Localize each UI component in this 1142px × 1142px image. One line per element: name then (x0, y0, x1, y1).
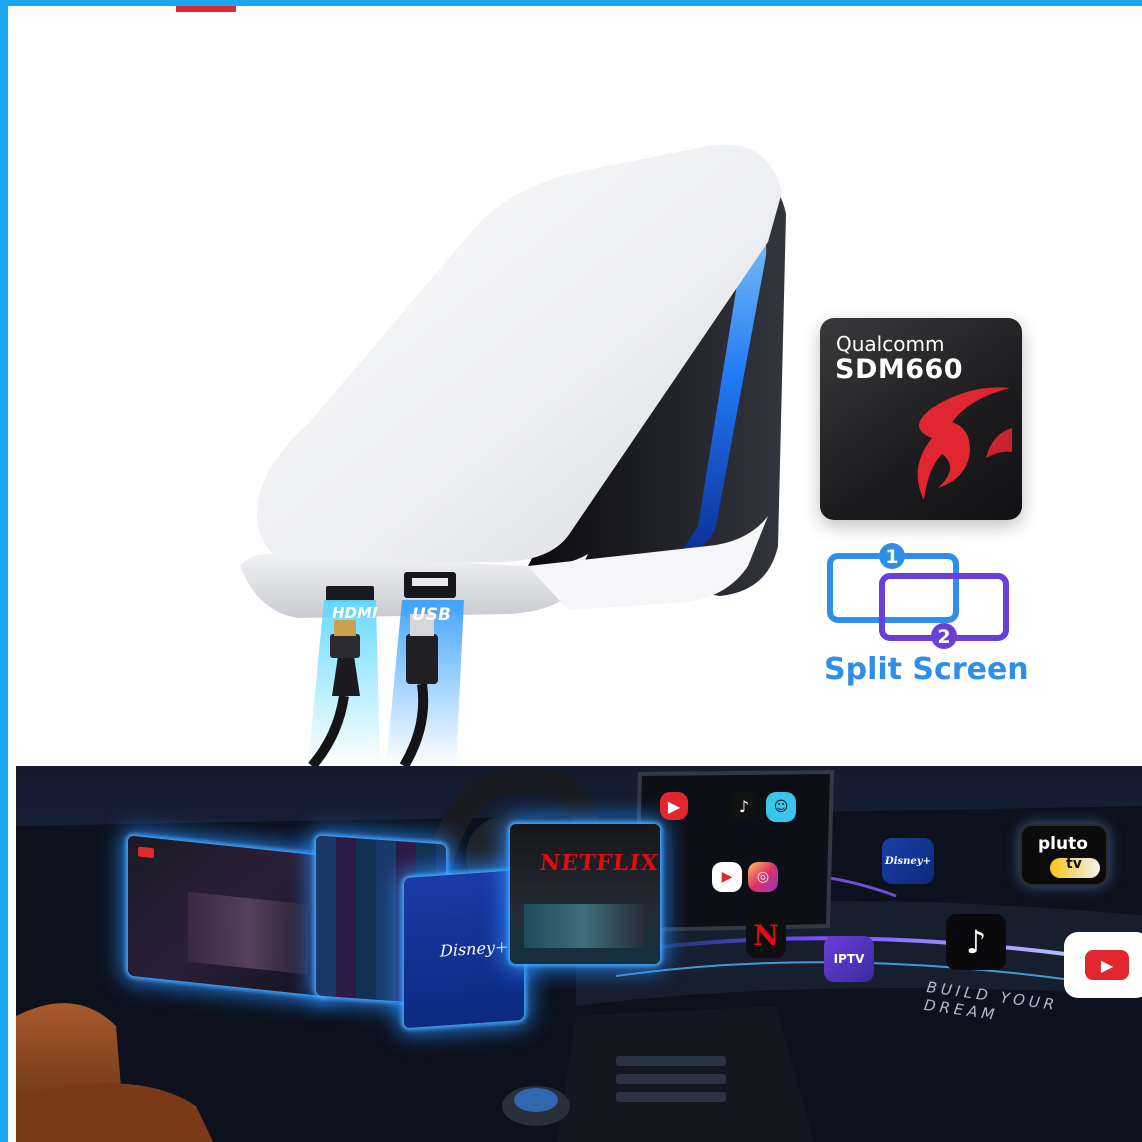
pluto-tv-word: tv (1066, 856, 1082, 872)
split-pane-2-label: 2 (937, 626, 950, 648)
youtube-dash-app-icon: ▶ (1064, 932, 1142, 998)
split-pane-1-label: 1 (885, 546, 898, 568)
split-screen-label: Split Screen (824, 652, 1029, 687)
video-app-icon: ▶ (712, 862, 742, 892)
netflix-app-icon: N (746, 912, 786, 958)
youtube-app-icon: ▶ (660, 792, 688, 820)
disney-plus-app-label: Disney+ (885, 855, 931, 867)
pluto-tv-app-icon: pluto tv (1020, 824, 1108, 886)
usb-label: USB (412, 605, 451, 625)
chip-model: SDM660 (835, 354, 964, 385)
product-banner: HDMI USB Qualcomm SDM660 1 2 Split Scree… (0, 0, 1142, 1142)
chip-brand: Qualcomm (836, 332, 945, 356)
pluto-word: pluto (1038, 834, 1088, 854)
instagram-app-icon: ◎ (748, 862, 778, 892)
screen-panel-netflix: NETFLIX (510, 824, 660, 964)
iptv-app-icon: IPTV (824, 936, 874, 982)
hdmi-label: HDMI (332, 604, 378, 622)
disney-plus-app-icon: Disney+ (882, 838, 934, 884)
split-screen-icon: 1 2 (827, 543, 1009, 649)
disney-plus-logo: Disney+ (440, 936, 509, 961)
netflix-logo: NETFLIX (538, 850, 660, 876)
waze-app-icon: ☺ (766, 792, 796, 822)
tiktok-app-icon: ♪ (730, 792, 758, 820)
screen-panel-disney: Disney+ (404, 869, 524, 1029)
tiktok-dash-app-icon: ♪ (946, 914, 1006, 970)
screen-panel-left (128, 835, 328, 997)
car-interior-scene: Disney+ NETFLIX ▶ ♪ ☺ ▶ ◎ N IPTV Disney+… (16, 766, 1142, 1142)
qualcomm-chip-badge: Qualcomm SDM660 (820, 318, 1022, 520)
iptv-label: IPTV (833, 952, 865, 966)
